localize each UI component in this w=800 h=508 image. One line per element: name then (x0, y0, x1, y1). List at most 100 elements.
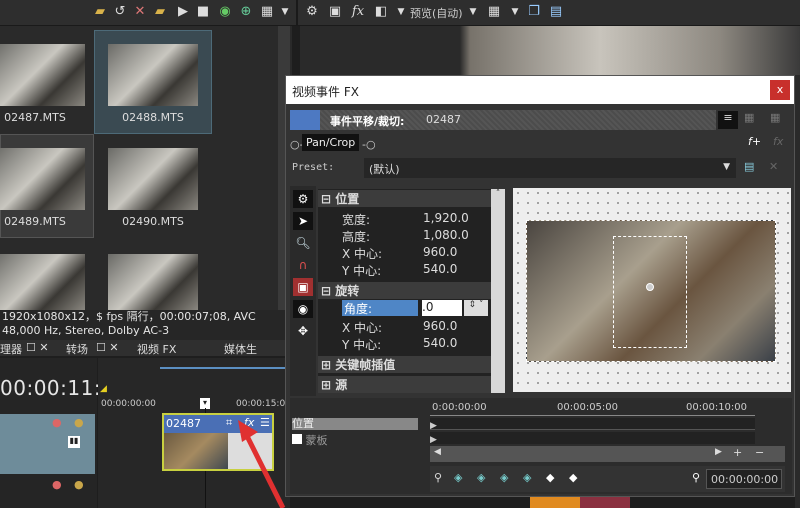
tab-explorer[interactable]: 理器 (0, 341, 22, 357)
keyframe-icon[interactable]: ▶ (430, 435, 437, 445)
save-preset-icon[interactable]: ▤ (744, 160, 754, 173)
tab-transitions[interactable]: 转场 (66, 341, 88, 357)
lock-aspect-icon[interactable]: ▣ (293, 278, 313, 296)
level-handle[interactable]: ▮▮ (68, 436, 80, 448)
prop-value[interactable]: 540.0 (423, 336, 457, 350)
first-keyframe-icon[interactable]: ◈ (454, 471, 462, 484)
tab-media-generators[interactable]: 媒体生 (224, 341, 257, 357)
prop-value[interactable]: 960.0 (423, 245, 457, 259)
crop-region[interactable] (613, 236, 687, 348)
gear-icon[interactable]: ⚙ (304, 4, 320, 20)
media-thumbnail[interactable] (0, 44, 85, 106)
prop-value[interactable]: 960.0 (423, 319, 457, 333)
tab-float-icon[interactable]: ☐ ✕ (96, 341, 119, 354)
zoom-in-icon[interactable]: + (733, 446, 742, 459)
monitor-icon[interactable]: ▣ (327, 4, 343, 20)
kf-track-mask[interactable]: ▶ (430, 432, 755, 445)
center-icon[interactable]: ◉ (293, 300, 313, 318)
kf-time-field[interactable]: 00:00:00:00 (706, 469, 782, 489)
track-mask[interactable]: 蒙板 (292, 432, 328, 448)
tab-float-icon[interactable]: ☐ ✕ (26, 341, 49, 354)
properties-scrollbar[interactable]: ˄ (491, 189, 505, 393)
copy-icon[interactable]: ❐ (526, 4, 542, 20)
track-position[interactable]: 位置 (292, 418, 418, 430)
prop-rot-x-center[interactable]: X 中心: 960.0 (318, 319, 503, 336)
play-icon[interactable]: ▶ (175, 4, 191, 20)
save-icon[interactable]: ▤ (548, 4, 564, 20)
view-layout-icon[interactable]: ▦ (259, 4, 275, 20)
next-keyframe-icon[interactable]: ◈ (500, 471, 508, 484)
pointer-icon[interactable]: ➤ (293, 212, 313, 230)
grid-large-view-icon[interactable]: ▦ (770, 111, 780, 124)
chain-icon[interactable] (290, 110, 320, 130)
add-fx-icon[interactable]: f+ (748, 135, 761, 148)
import-icon[interactable]: ▰ (92, 4, 108, 20)
angle-input[interactable]: .0 (422, 300, 462, 316)
zoom-out-icon[interactable]: − (755, 446, 764, 459)
add-keyframe-icon[interactable]: ◆ (546, 471, 554, 484)
folder-star-icon[interactable]: ▰ (152, 4, 168, 20)
chevron-down-icon[interactable]: ▼ (393, 4, 409, 20)
media-thumbnail[interactable] (0, 254, 85, 310)
prev-keyframe-icon[interactable]: ◈ (477, 471, 485, 484)
media-thumbnail[interactable] (108, 148, 198, 210)
kf-track-position[interactable]: ▶ (430, 418, 755, 431)
move-icon[interactable]: ✥ (293, 322, 313, 340)
stop-icon[interactable]: ■ (195, 4, 211, 20)
grid-icon[interactable]: ▦ (486, 4, 502, 20)
scroll-left-icon[interactable]: ◀ (434, 447, 441, 457)
mask-checkbox[interactable] (292, 434, 302, 444)
chevron-down-icon[interactable]: ▼ (277, 4, 293, 20)
spin-dropdown-icon[interactable]: ⇕ ˅ (464, 300, 488, 316)
loop-region[interactable] (160, 367, 290, 369)
delete-icon[interactable]: ✕ (132, 4, 148, 20)
prop-height[interactable]: 高度: 1,080.0 (318, 228, 503, 245)
prop-rot-y-center[interactable]: Y 中心: 540.0 (318, 336, 503, 353)
solo-icon[interactable]: ● (74, 416, 84, 429)
section-rotation[interactable]: ⊟ 旋转 (318, 281, 501, 299)
chevron-down-icon[interactable]: ▼ (465, 4, 481, 20)
close-button[interactable]: x (770, 80, 790, 100)
prop-width[interactable]: 宽度: 1,920.0 (318, 211, 503, 228)
preset-select[interactable]: (默认) ▼ (364, 158, 736, 178)
prop-value[interactable]: 540.0 (423, 262, 457, 276)
prop-value[interactable]: 1,920.0 (423, 211, 469, 225)
crop-canvas[interactable] (513, 188, 791, 392)
prop-x-center[interactable]: X 中心: 960.0 (318, 245, 503, 262)
delete-preset-icon[interactable]: ✕ (769, 160, 778, 173)
section-keyframe-interp[interactable]: ⊞ 关键帧插值 (318, 355, 501, 373)
list-view-icon[interactable]: ≡ (718, 111, 738, 129)
media-thumbnail[interactable] (108, 254, 198, 310)
undo-icon[interactable]: ↺ (112, 4, 128, 20)
section-source[interactable]: ⊞ 源 (318, 375, 501, 393)
split-screen-icon[interactable]: ◧ (373, 4, 389, 20)
search-media-icon[interactable]: ⊕ (238, 4, 254, 20)
tab-video-fx[interactable]: 视频 FX (137, 341, 176, 357)
media-thumbnail[interactable] (0, 148, 85, 210)
zoom-icon[interactable]: 🔍︎ (293, 234, 313, 252)
crop-icon[interactable]: ⌗ (226, 416, 232, 430)
preview-quality-select[interactable]: 预览(自动) (410, 5, 463, 21)
sync-cursor-icon[interactable]: ⚲ (434, 471, 442, 484)
scroll-right-icon[interactable]: ▶ (715, 447, 722, 457)
prop-value[interactable]: 1,080.0 (423, 228, 469, 242)
chevron-down-icon[interactable]: ▼ (507, 4, 523, 20)
solo-icon[interactable]: ● (74, 478, 84, 491)
prop-y-center[interactable]: Y 中心: 540.0 (318, 262, 503, 279)
section-position[interactable]: ⊟ 位置 (318, 189, 501, 207)
video-track-header[interactable]: ● ● ▮▮ (0, 414, 95, 474)
keyframe-icon[interactable]: ▶ (430, 421, 437, 431)
plugin-pan-crop[interactable]: Pan/Crop (302, 134, 360, 151)
fx-track-icon[interactable]: ● (52, 478, 62, 491)
center-handle[interactable] (646, 283, 654, 291)
remove-fx-icon[interactable]: fx (773, 135, 783, 148)
media-thumbnail[interactable] (108, 44, 198, 106)
last-keyframe-icon[interactable]: ◈ (523, 471, 531, 484)
auto-preview-icon[interactable]: ◉ (217, 4, 233, 20)
grid-view-icon[interactable]: ▦ (744, 111, 754, 124)
prop-angle[interactable]: 角度: .0 ⇕ ˅ (318, 300, 503, 317)
fx-track-icon[interactable]: ● (52, 416, 62, 429)
delete-keyframe-icon[interactable]: ◆ (569, 471, 577, 484)
magnet-icon[interactable]: ∩ (293, 256, 313, 274)
gear-icon[interactable]: ⚙ (293, 190, 313, 208)
